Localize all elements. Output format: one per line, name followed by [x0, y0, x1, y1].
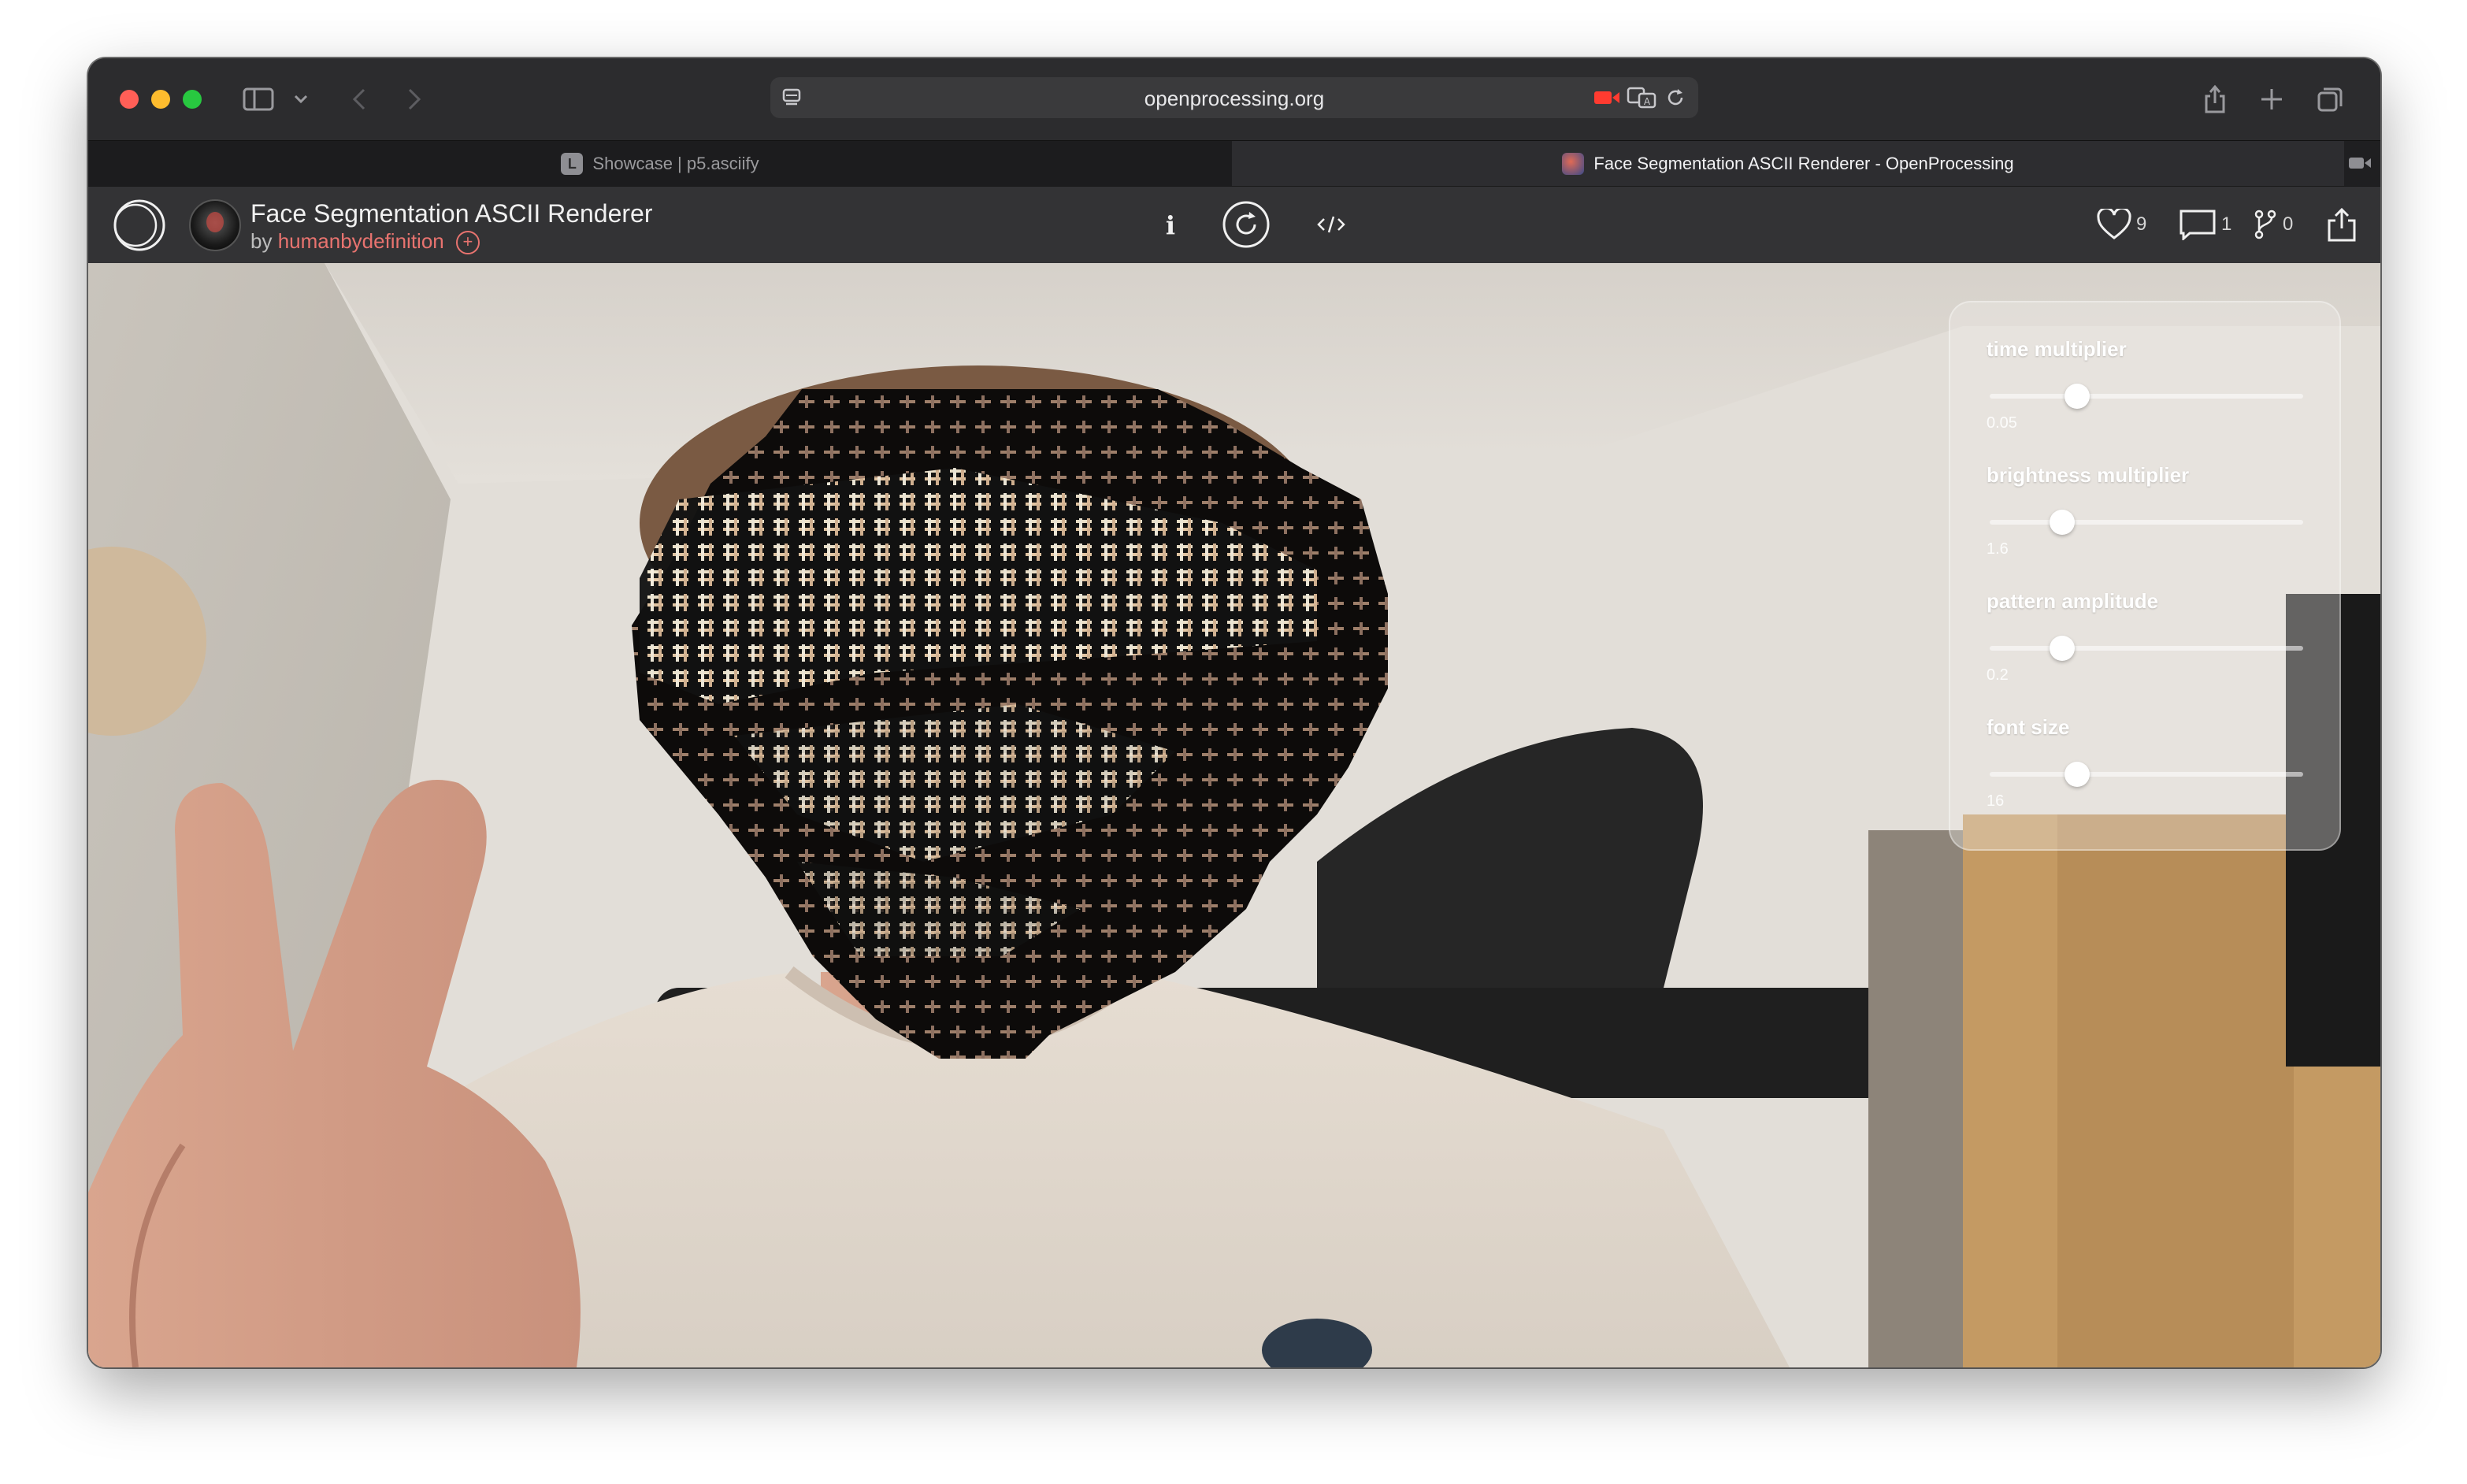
heart-icon — [2097, 209, 2131, 239]
restart-icon[interactable] — [1221, 199, 1271, 250]
close-window-button[interactable] — [120, 90, 139, 109]
browser-window: openprocessing.org A L Showcase | p5.asc… — [88, 58, 2380, 1367]
openprocessing-logo-icon[interactable] — [112, 198, 167, 253]
pattern-amplitude-slider[interactable] — [1990, 636, 2303, 661]
share-icon[interactable] — [2199, 82, 2231, 117]
slider-thumb[interactable] — [2064, 384, 2090, 409]
openprocessing-favicon-icon — [1562, 153, 1585, 175]
forks-count: 0 — [2283, 213, 2294, 235]
by-prefix: by — [250, 229, 273, 253]
likes-stat[interactable]: 9 — [2097, 209, 2146, 240]
font-size-slider[interactable] — [1990, 762, 2303, 787]
sketch-header: Face Segmentation ASCII Renderer by huma… — [88, 186, 2380, 264]
browser-toolbar: openprocessing.org A — [88, 58, 2380, 140]
forward-icon[interactable] — [399, 83, 430, 115]
brightness-multiplier-slider[interactable] — [1990, 510, 2303, 535]
tab-overview-icon[interactable] — [2314, 83, 2346, 115]
tab-camera-icon — [2346, 152, 2374, 174]
control-value: 1.6 — [1987, 540, 2009, 558]
time-multiplier-slider[interactable] — [1990, 384, 2303, 409]
new-tab-icon[interactable] — [2257, 85, 2286, 113]
reload-icon[interactable] — [1664, 87, 1687, 109]
camera-in-use-icon[interactable] — [1593, 88, 1621, 107]
author-link[interactable]: humanbydefinition — [278, 229, 444, 253]
info-icon[interactable]: i — [1155, 209, 1186, 242]
slider-thumb[interactable] — [2064, 762, 2090, 787]
control-label: font size — [1987, 715, 2070, 739]
sketch-byline: by humanbydefinition + — [250, 229, 480, 255]
control-label: time multiplier — [1987, 337, 2127, 361]
comments-count: 1 — [2221, 213, 2232, 235]
sketch-title: Face Segmentation ASCII Renderer — [250, 199, 653, 228]
follow-plus-icon[interactable]: + — [455, 231, 480, 255]
share-sketch-icon[interactable] — [2324, 206, 2360, 243]
address-bar[interactable]: openprocessing.org A — [770, 77, 1698, 118]
control-label: brightness multiplier — [1987, 463, 2190, 487]
comment-icon — [2179, 210, 2216, 240]
avatar[interactable] — [189, 199, 241, 251]
slider-thumb[interactable] — [2049, 636, 2075, 661]
forks-stat[interactable]: 0 — [2253, 209, 2293, 240]
sidebar-toggle-icon[interactable] — [243, 85, 274, 113]
tab-favicon: L — [561, 153, 584, 175]
fork-icon — [2254, 210, 2276, 239]
zoom-window-button[interactable] — [183, 90, 202, 109]
sketch-canvas[interactable]: time multiplier 0.05 brightness multipli… — [88, 263, 2380, 1367]
chevron-down-icon[interactable] — [291, 90, 310, 109]
back-icon[interactable] — [343, 83, 375, 115]
tab-label: Showcase | p5.asciify — [592, 154, 759, 173]
tab-openprocessing[interactable]: Face Segmentation ASCII Renderer - OpenP… — [1232, 141, 2344, 187]
translate-icon[interactable]: A — [1626, 87, 1657, 109]
code-icon[interactable] — [1314, 210, 1349, 239]
url-text: openprocessing.org — [1144, 87, 1325, 110]
control-value: 0.05 — [1987, 414, 2017, 432]
svg-text:A: A — [1644, 96, 1651, 107]
tab-showcase[interactable]: L Showcase | p5.asciify — [88, 141, 1232, 187]
avatar-mark-icon — [206, 212, 224, 232]
controls-panel: time multiplier 0.05 brightness multipli… — [1949, 301, 2341, 851]
control-value: 16 — [1987, 792, 2005, 810]
control-value: 0.2 — [1987, 666, 2009, 684]
tab-bar: L Showcase | p5.asciify Face Segmentatio… — [88, 140, 2380, 187]
likes-count: 9 — [2136, 213, 2147, 235]
control-label: pattern amplitude — [1987, 589, 2159, 613]
tab-label: Face Segmentation ASCII Renderer - OpenP… — [1593, 154, 2014, 173]
slider-thumb[interactable] — [2049, 510, 2075, 535]
comments-stat[interactable]: 1 — [2179, 209, 2231, 240]
minimize-window-button[interactable] — [151, 90, 170, 109]
